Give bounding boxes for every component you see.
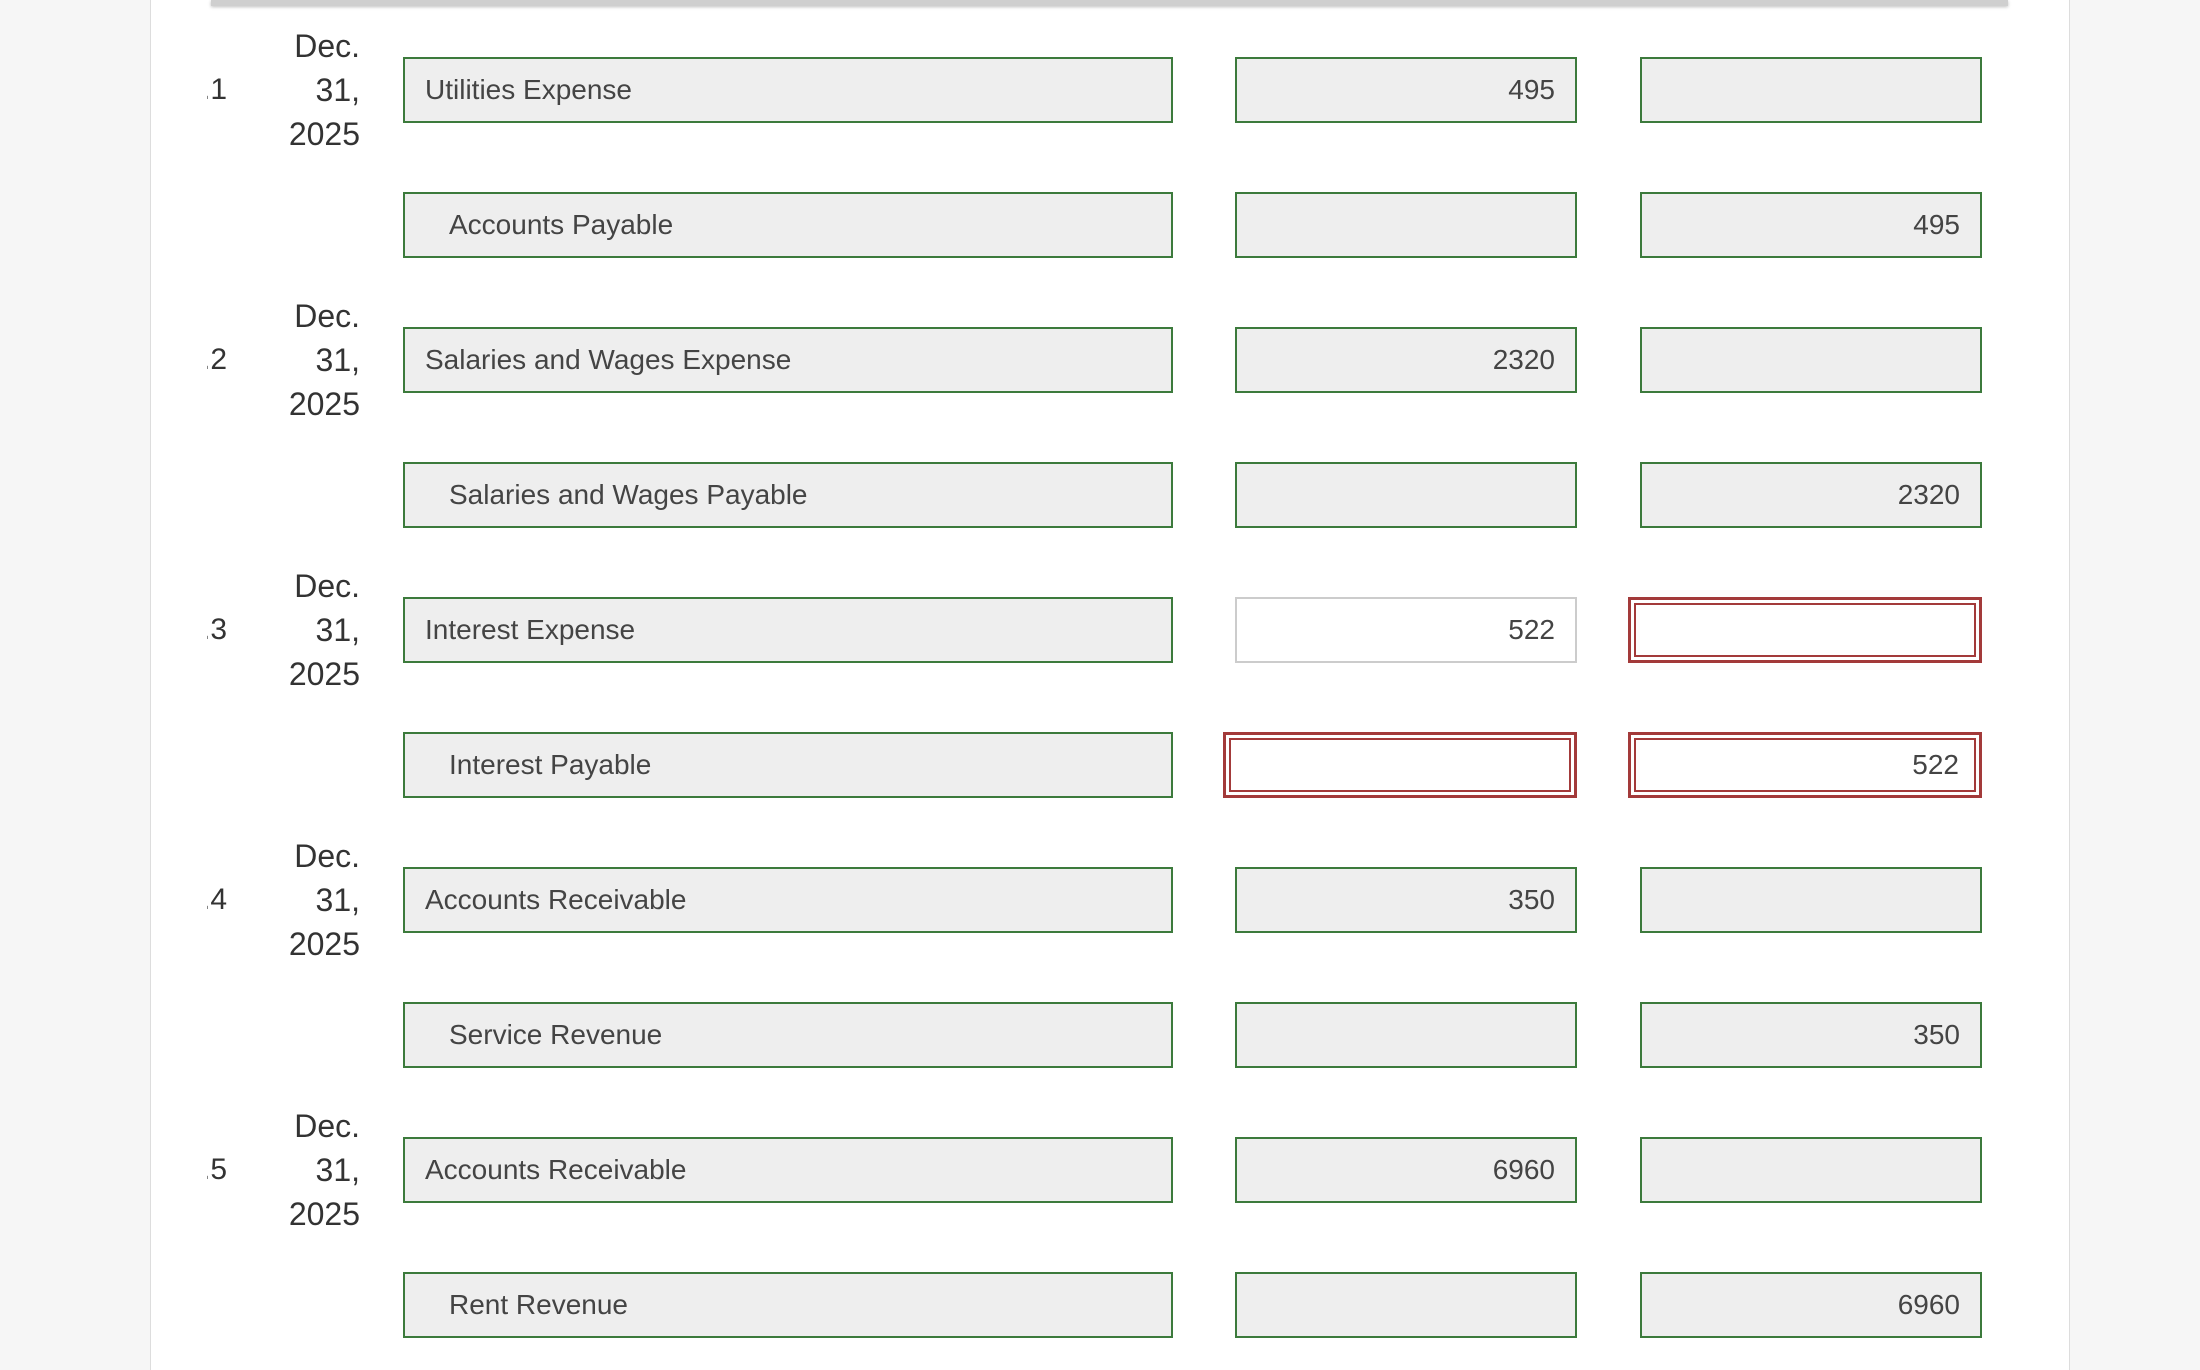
entry-date: Dec. 31, 2025 (288, 568, 360, 692)
credit-amount-field-incorrect[interactable]: 522 (1628, 732, 1982, 798)
debit-amount-field[interactable]: 350 (1235, 867, 1577, 933)
entry-number: 2. (207, 343, 227, 376)
journal-row-2-credit: Salaries and Wages Payable 2320 (150, 462, 2068, 528)
account-title-field[interactable]: Salaries and Wages Expense (403, 327, 1173, 393)
credit-amount-field[interactable] (1640, 867, 1982, 933)
entry-number: 4. (207, 883, 227, 916)
account-title-field[interactable]: Utilities Expense (403, 57, 1173, 123)
credit-amount-field[interactable] (1640, 1137, 1982, 1203)
debit-amount-field[interactable] (1235, 462, 1577, 528)
entry-number: 5. (207, 1153, 227, 1186)
debit-amount-field[interactable] (1235, 192, 1577, 258)
entry-date: Dec. 31, 2025 (288, 1108, 360, 1232)
entry-date: Dec. 31, 2025 (288, 28, 360, 152)
debit-amount-field[interactable]: 495 (1235, 57, 1577, 123)
entry-date: Dec. 31, 2025 (288, 838, 360, 962)
account-title-field[interactable]: Accounts Payable (403, 192, 1173, 258)
journal-row-5-credit: Rent Revenue 6960 (150, 1272, 2068, 1338)
debit-amount-field[interactable] (1235, 1002, 1577, 1068)
debit-amount-field[interactable]: 2320 (1235, 327, 1577, 393)
journal-row-4-credit: Service Revenue 350 (150, 1002, 2068, 1068)
journal-row-3-credit: Interest Payable 522 (150, 732, 2068, 798)
header-divider (211, 0, 2008, 6)
journal-row-1-debit: 1. Dec. 31, 2025 Utilities Expense 495 (150, 28, 2068, 152)
credit-amount-field[interactable]: 6960 (1640, 1272, 1982, 1338)
debit-amount-field[interactable]: 522 (1235, 597, 1577, 663)
credit-amount-field-incorrect[interactable] (1628, 597, 1982, 663)
account-title-field[interactable]: Accounts Receivable (403, 1137, 1173, 1203)
credit-amount-field[interactable] (1640, 57, 1982, 123)
account-title-field[interactable]: Rent Revenue (403, 1272, 1173, 1338)
account-title-field[interactable]: Service Revenue (403, 1002, 1173, 1068)
journal-row-2-debit: 2. Dec. 31, 2025 Salaries and Wages Expe… (150, 298, 2068, 422)
account-title-field[interactable]: Interest Payable (403, 732, 1173, 798)
debit-amount-field[interactable] (1235, 1272, 1577, 1338)
journal-row-3-debit: 3. Dec. 31, 2025 Interest Expense 522 (150, 568, 2068, 692)
journal-row-1-credit: Accounts Payable 495 (150, 192, 2068, 258)
credit-amount-field[interactable]: 2320 (1640, 462, 1982, 528)
account-title-field[interactable]: Interest Expense (403, 597, 1173, 663)
entry-date: Dec. 31, 2025 (288, 298, 360, 422)
credit-amount-field[interactable]: 350 (1640, 1002, 1982, 1068)
account-title-field[interactable]: Accounts Receivable (403, 867, 1173, 933)
account-title-field[interactable]: Salaries and Wages Payable (403, 462, 1173, 528)
journal-row-5-debit: 5. Dec. 31, 2025 Accounts Receivable 696… (150, 1108, 2068, 1232)
debit-amount-field-incorrect[interactable] (1223, 732, 1577, 798)
entry-number: 3. (207, 613, 227, 646)
credit-amount-field[interactable] (1640, 327, 1982, 393)
debit-amount-field[interactable]: 6960 (1235, 1137, 1577, 1203)
journal-row-4-debit: 4. Dec. 31, 2025 Accounts Receivable 350 (150, 838, 2068, 962)
entry-number: 1. (207, 73, 227, 106)
credit-amount-field[interactable]: 495 (1640, 192, 1982, 258)
